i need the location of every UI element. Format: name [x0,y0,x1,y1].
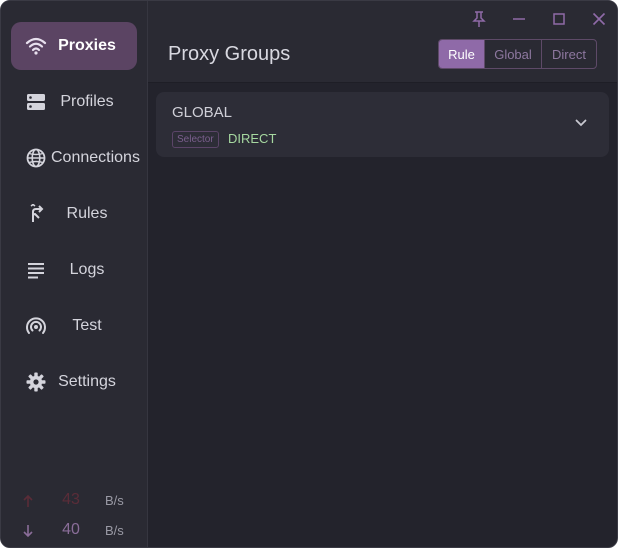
sidebar-item-logs[interactable]: Logs [11,246,137,294]
sidebar-item-profiles[interactable]: Profiles [11,78,137,126]
download-speed-value: 40 [62,521,80,538]
sidebar-item-rules[interactable]: Rules [11,190,137,238]
sidebar-item-label: Profiles [60,93,114,110]
proxy-group-selected: DIRECT [228,131,277,146]
sidebar-item-label: Logs [69,261,105,278]
sidebar-item-settings[interactable]: Settings [11,358,137,406]
proxy-group-name: GLOBAL [172,104,233,121]
upload-speed: 43 B/s [19,491,139,511]
chevron-down-icon[interactable] [574,116,588,130]
sidebar-item-label: Test [72,317,102,334]
arrow-up-icon [23,494,33,507]
sidebar-item-label: Connections [51,149,140,166]
mode-rule-button[interactable]: Rule [439,40,485,68]
header: Proxy Groups Rule Global Direct [148,1,617,83]
sidebar-item-label: Proxies [58,37,116,54]
page-title: Proxy Groups [168,43,291,65]
pin-icon[interactable] [470,10,488,28]
proxy-group-card[interactable]: GLOBAL Selector DIRECT [156,92,609,157]
app-window: Proxies Profiles Connections Rules Logs … [0,0,618,548]
proxy-group-type-badge: Selector [172,131,219,148]
sidebar-item-proxies[interactable]: Proxies [11,22,137,70]
sidebar-item-test[interactable]: Test [11,302,137,350]
sidebar-item-connections[interactable]: Connections [11,134,140,182]
maximize-icon[interactable] [550,10,568,28]
sidebar: Proxies Profiles Connections Rules Logs … [1,1,148,547]
download-speed-unit: B/s [105,523,124,538]
sidebar-item-label: Settings [58,373,116,390]
mode-direct-button[interactable]: Direct [542,40,596,68]
upload-speed-unit: B/s [105,493,124,508]
minimize-icon[interactable] [510,10,528,28]
sidebar-item-label: Rules [66,205,108,222]
mode-switch: Rule Global Direct [438,39,597,69]
mode-global-button[interactable]: Global [485,40,542,68]
download-speed: 40 B/s [19,521,139,541]
upload-speed-value: 43 [62,491,80,508]
close-icon[interactable] [590,10,608,28]
arrow-down-icon [23,525,33,538]
